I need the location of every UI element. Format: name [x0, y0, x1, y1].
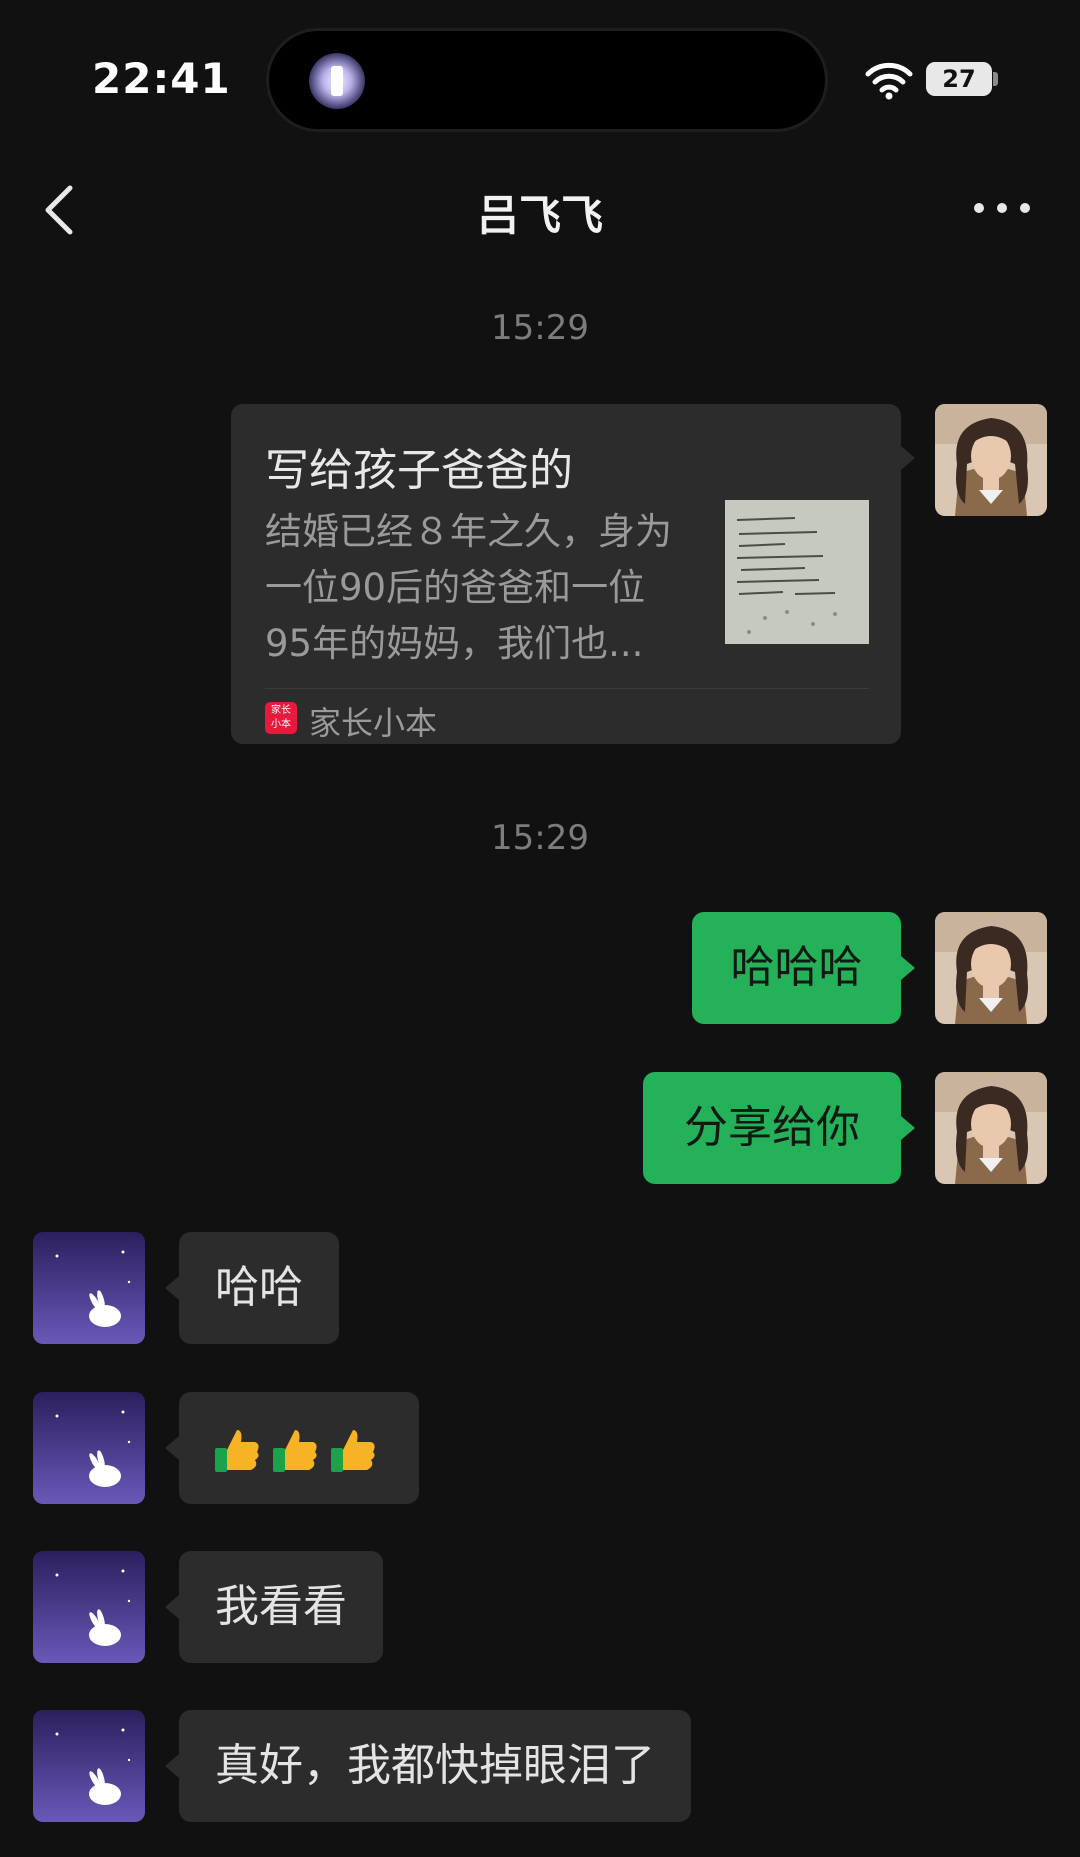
bubble-tail: [165, 1754, 179, 1778]
received-message-bubble[interactable]: 真好，我都快掉眼泪了: [179, 1710, 691, 1822]
message-timestamp: 15:29: [491, 308, 589, 348]
bubble-tail: [901, 1116, 915, 1140]
bubble-tail: [165, 1276, 179, 1300]
card-description: 结婚已经８年之久，身为 一位90后的爸爸和一位 95年的妈妈，我们也...: [265, 510, 672, 665]
bubble-tail: [165, 1595, 179, 1619]
thumbs-up-icon: [273, 1430, 317, 1472]
card-thumbnail: [725, 500, 869, 644]
message-timestamp: 15:29: [491, 818, 589, 858]
contact-avatar[interactable]: [33, 1232, 145, 1344]
my-avatar[interactable]: [935, 404, 1047, 516]
bubble-tail: [165, 1436, 179, 1460]
wifi-icon: [864, 60, 914, 100]
thumbs-up-icon: [331, 1430, 375, 1472]
source-logo-icon: 家长 小本: [265, 702, 297, 734]
my-avatar[interactable]: [935, 1072, 1047, 1184]
battery-tip: [993, 72, 998, 86]
more-options-icon[interactable]: [974, 198, 1030, 218]
thumbs-up-icon: [215, 1430, 259, 1472]
card-source: 家长小本: [309, 704, 438, 742]
battery-indicator: 27: [926, 62, 992, 96]
sent-message-bubble[interactable]: 哈哈哈: [692, 912, 901, 1024]
status-time: 22:41: [92, 54, 231, 103]
my-avatar[interactable]: [935, 912, 1047, 1024]
received-message-bubble[interactable]: 我看看: [179, 1551, 383, 1663]
card-title: 写给孩子爸爸的: [265, 445, 573, 496]
received-message-bubble[interactable]: 哈哈: [179, 1232, 339, 1344]
contact-avatar[interactable]: [33, 1710, 145, 1822]
bubble-tail: [901, 956, 915, 980]
card-divider: [265, 688, 869, 689]
contact-avatar[interactable]: [33, 1392, 145, 1504]
sent-message-bubble[interactable]: 分享给你: [643, 1072, 901, 1184]
bubble-tail: [901, 446, 915, 470]
chat-title: 吕飞飞: [476, 191, 603, 240]
shared-article-card[interactable]: 写给孩子爸爸的 结婚已经８年之久，身为 一位90后的爸爸和一位 95年的妈妈，我…: [231, 404, 901, 744]
flashlight-icon: [309, 53, 365, 109]
contact-avatar[interactable]: [33, 1551, 145, 1663]
received-emoji-bubble[interactable]: [179, 1392, 419, 1504]
dynamic-island[interactable]: [266, 28, 828, 132]
